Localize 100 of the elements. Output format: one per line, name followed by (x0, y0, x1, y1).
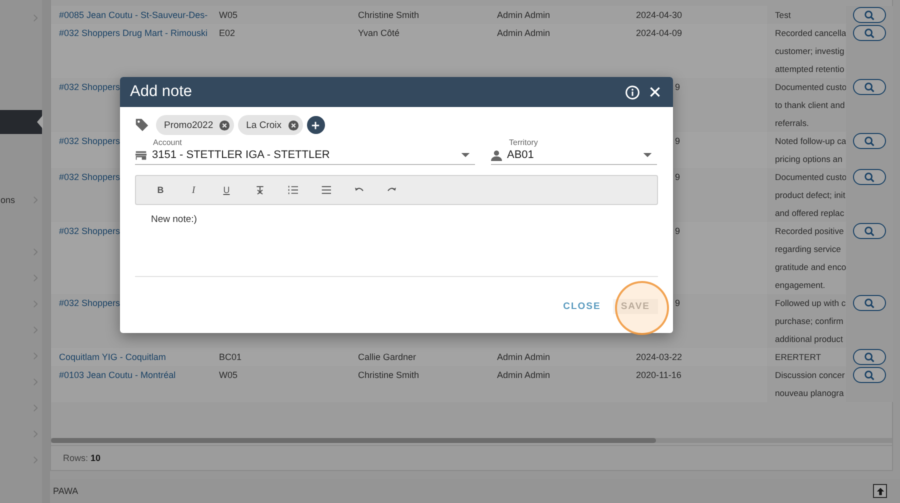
note-text: Documented custo (775, 81, 846, 94)
account-link[interactable]: Coquitlam YIG - Coquitlam (59, 352, 166, 362)
account-link[interactable]: #032 Shoppers (59, 136, 120, 146)
account-link[interactable]: #032 Shoppers Drug Mart - Rimouski (59, 28, 208, 38)
remove-icon[interactable] (219, 120, 230, 130)
close-icon[interactable] (649, 86, 661, 98)
note-text: engagement. (775, 279, 826, 292)
note-text: pricing options an (775, 153, 844, 166)
search-icon (864, 28, 875, 38)
note-text: referrals. (775, 117, 810, 130)
note-editor[interactable]: New note:) (135, 205, 658, 277)
caret-icon (643, 152, 652, 158)
search-button[interactable] (853, 223, 886, 239)
account-link[interactable]: #032 Shoppers (59, 226, 120, 236)
account-link[interactable]: #032 Shoppers (59, 82, 120, 92)
note-text: Followed up with c (775, 297, 846, 310)
horizontal-scrollbar[interactable] (51, 438, 892, 443)
table-cell: Admin Admin (497, 370, 550, 380)
note-text: attempted retentio (775, 63, 846, 76)
bold-button[interactable]: B (144, 179, 177, 201)
tag-label: Promo2022 (164, 120, 214, 130)
note-text: Discussion concer (775, 369, 846, 382)
account-link[interactable]: #032 Shoppers (59, 172, 120, 182)
table-cell: Yvan Côté (358, 28, 400, 38)
search-button[interactable] (853, 349, 886, 365)
sidebar-label[interactable]: ons (0, 195, 15, 205)
note-text: product defect; init (775, 189, 846, 202)
table-cell: 9 (675, 298, 680, 308)
store-icon (135, 150, 147, 160)
close-button[interactable]: CLOSE (555, 299, 609, 314)
note-text: ERERTERT (775, 351, 822, 364)
note-text: Test (775, 9, 792, 22)
table-cell: Admin Admin (497, 352, 550, 362)
note-text: nouveau planogra (775, 387, 845, 400)
active-notch-icon (37, 115, 43, 129)
account-link[interactable]: #0085 Jean Coutu - St-Sauveur-Des- (59, 10, 208, 20)
underline-button[interactable]: U (210, 179, 243, 201)
table-cell: 2024-04-30 (636, 10, 682, 20)
search-icon (864, 82, 875, 92)
search-icon (864, 226, 875, 236)
search-button[interactable] (853, 79, 886, 95)
table-cell: W05 (219, 370, 238, 380)
note-text: regarding service (775, 243, 842, 256)
search-button[interactable] (853, 25, 886, 41)
table-cell: 9 (675, 82, 680, 92)
table-cell: 2024-04-09 (636, 28, 682, 38)
table-cell: 9 (675, 172, 680, 182)
dialog-title: Add note (130, 83, 194, 101)
plus-icon (311, 120, 320, 130)
note-text: additional product (775, 333, 844, 346)
info-icon[interactable] (625, 84, 640, 100)
search-icon (864, 10, 875, 20)
person-icon (491, 150, 502, 160)
table-cell: 9 (675, 226, 680, 236)
arrow-up-icon (876, 486, 884, 496)
search-icon (864, 370, 875, 380)
account-select[interactable]: Account 3151 - STETTLER IGA - STETTLER (135, 137, 475, 165)
search-button[interactable] (853, 169, 886, 185)
numbered-list-icon (288, 185, 298, 195)
search-icon (864, 298, 875, 308)
add-tag-button[interactable] (306, 116, 324, 134)
click-highlight (615, 281, 669, 335)
remove-icon[interactable] (288, 120, 298, 130)
table-cell: 9 (675, 136, 680, 146)
table-cell: 2020-11-16 (636, 370, 682, 380)
note-text: purchase; confirm (775, 315, 844, 328)
italic-button[interactable]: I (177, 179, 210, 201)
search-button[interactable] (853, 133, 886, 149)
table-cell: E02 (219, 28, 236, 38)
table-cell: Callie Gardner (358, 352, 416, 362)
search-icon (864, 172, 875, 182)
search-button[interactable] (853, 367, 886, 383)
scroll-top-button[interactable] (873, 484, 887, 498)
table-cell: Admin Admin (497, 28, 550, 38)
account-link[interactable]: #032 Shoppers (59, 298, 120, 308)
tag-label: La Croix (246, 120, 282, 130)
account-link[interactable]: #0103 Jean Coutu - Montréal (59, 370, 176, 380)
caret-icon (461, 152, 470, 158)
note-text: Documented custo (775, 171, 846, 184)
note-text: to thank client and (775, 99, 846, 112)
table-cell: 2024-03-22 (636, 352, 682, 362)
territory-select[interactable]: Territory AB01 (491, 137, 657, 165)
row-count: Rows: 10 (63, 453, 101, 463)
app-name: PAWA (53, 486, 78, 496)
table-cell: W05 (219, 10, 238, 20)
sidebar-item[interactable] (0, 110, 42, 134)
search-button[interactable] (853, 7, 886, 23)
note-text: and offered replac (775, 207, 846, 220)
note-text: Recorded cancella (775, 27, 846, 40)
search-button[interactable] (853, 295, 886, 311)
table-cell: Admin Admin (497, 10, 550, 20)
table-cell: BC01 (219, 352, 242, 362)
clear-format-icon (254, 185, 264, 195)
search-icon (864, 352, 875, 362)
tag-icon (135, 118, 149, 132)
note-text: Noted follow-up ca (775, 135, 846, 148)
redo-icon (386, 186, 396, 194)
list-icon (320, 185, 330, 195)
note-text: gratitude and enco (775, 261, 846, 274)
table-cell: Christine Smith (358, 370, 420, 380)
